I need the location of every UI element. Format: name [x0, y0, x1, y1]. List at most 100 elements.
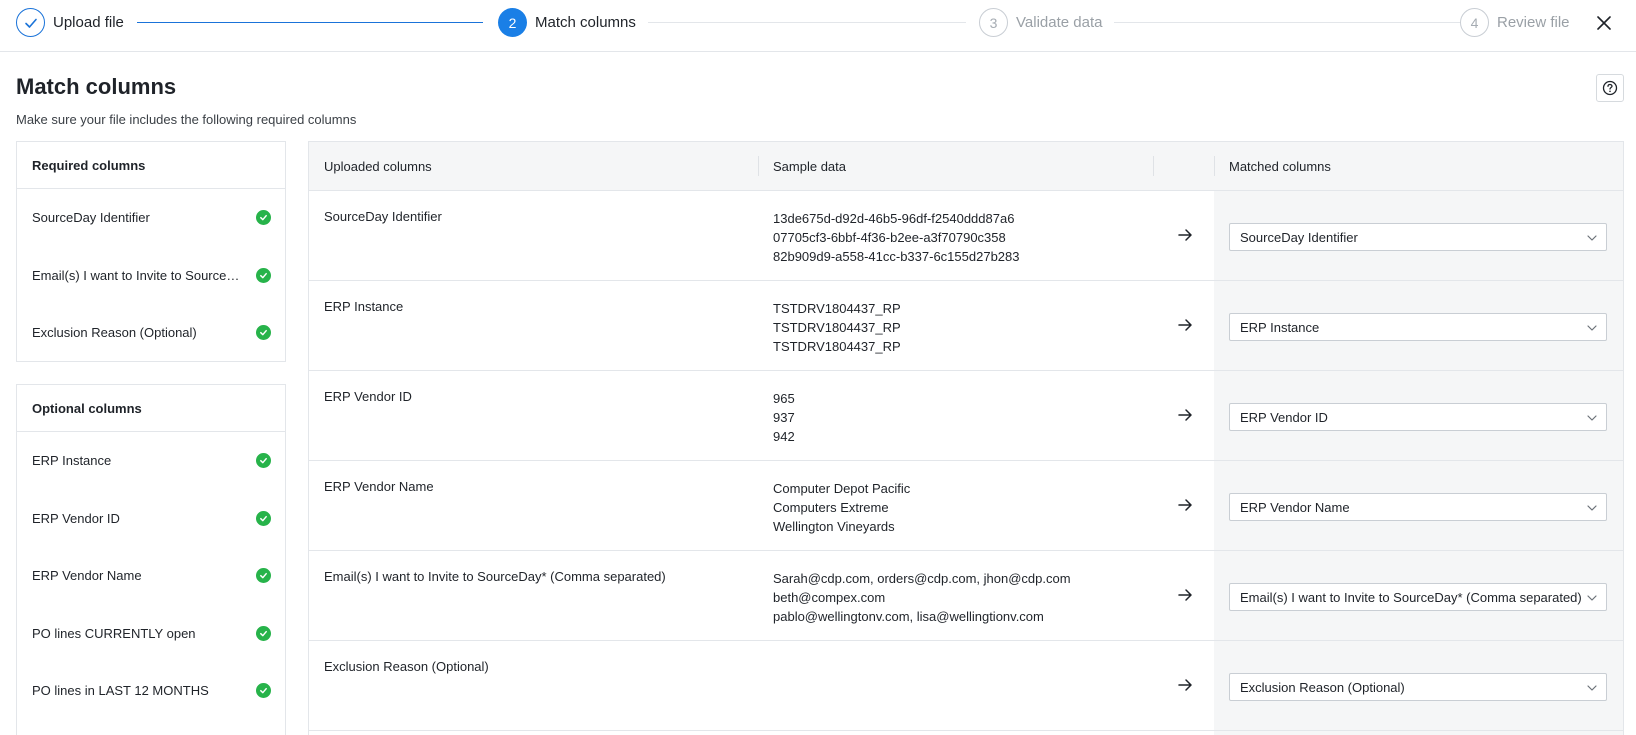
sample-value: 13de675d-d92d-46b5-96df-f2540ddd87a6 [773, 211, 1015, 226]
uploaded-column-name: Exclusion Reason (Optional) [324, 659, 489, 674]
sample-data: 13de675d-d92d-46b5-96df-f2540ddd87a6 077… [773, 209, 1020, 266]
sample-value: 937 [773, 410, 795, 425]
select-value: SourceDay Identifier [1240, 229, 1358, 245]
sample-data: Sarah@cdp.com, orders@cdp.com, jhon@cdp.… [773, 569, 1071, 626]
step-label: Review file [1497, 14, 1570, 31]
column-label: ERP Instance [32, 453, 112, 469]
matched-column-select[interactable]: SourceDay Identifier [1229, 223, 1607, 251]
column-label: PO lines in LAST 12 MONTHS [32, 683, 209, 699]
help-button[interactable] [1596, 74, 1624, 102]
arrow-right-icon [1178, 229, 1192, 241]
required-column-item: Exclusion Reason (Optional) [17, 304, 285, 362]
step-review-file[interactable]: 4 Review file [1460, 8, 1570, 37]
chevron-down-icon [1587, 685, 1597, 691]
chevron-down-icon [1587, 415, 1597, 421]
sample-value: TSTDRV1804437_RP [773, 320, 901, 335]
required-column-item: SourceDay Identifier [17, 189, 285, 247]
sample-value: Computer Depot Pacific [773, 481, 911, 496]
optional-columns-title: Optional columns [17, 385, 285, 432]
required-columns-title: Required columns [17, 142, 285, 189]
step-validate-data[interactable]: 3 Validate data [979, 8, 1102, 37]
table-row: ERP Vendor ID 965 937 942 ERP Vendor ID [309, 371, 1623, 461]
column-label: SourceDay Identifier [32, 210, 150, 226]
chevron-down-icon [1587, 505, 1597, 511]
step-connector [137, 22, 483, 23]
table-row: SourceDay Identifier 13de675d-d92d-46b5-… [309, 191, 1623, 281]
uploaded-column-name: Email(s) I want to Invite to SourceDay* … [324, 569, 666, 584]
uploaded-column-name: SourceDay Identifier [324, 209, 442, 224]
sample-value: TSTDRV1804437_RP [773, 339, 901, 354]
sample-value: Wellington Vineyards [773, 519, 895, 534]
step-upload-file[interactable]: Upload file [16, 8, 124, 37]
sample-data: 965 937 942 [773, 389, 795, 446]
sample-value: TSTDRV1804437_RP [773, 301, 901, 316]
select-value: Exclusion Reason (Optional) [1240, 679, 1405, 695]
sample-data: TSTDRV1804437_RP TSTDRV1804437_RP TSTDRV… [773, 299, 901, 356]
step-label: Upload file [53, 14, 124, 31]
header-divider [1153, 156, 1154, 176]
matched-column-select[interactable]: ERP Vendor ID [1229, 403, 1607, 431]
step-label: Validate data [1016, 14, 1103, 31]
required-columns-panel: Required columns SourceDay Identifier Em… [16, 141, 286, 362]
step-check-icon [16, 8, 45, 37]
table-row: Email(s) I want to Invite to SourceDay* … [309, 551, 1623, 641]
select-value: ERP Instance [1240, 319, 1320, 335]
select-value: ERP Vendor Name [1240, 499, 1350, 515]
uploaded-column-name: ERP Vendor ID [324, 389, 412, 404]
check-circle-icon [256, 625, 271, 641]
check-circle-icon [256, 325, 271, 341]
arrow-right-icon [1178, 409, 1192, 421]
optional-column-item: ERP Vendor ID [17, 490, 285, 548]
optional-column-item: ERP Vendor Name [17, 547, 285, 605]
sample-value: Sarah@cdp.com, orders@cdp.com, jhon@cdp.… [773, 571, 1071, 586]
sample-value: Computers Extreme [773, 500, 889, 515]
page-subtitle: Make sure your file includes the followi… [16, 112, 357, 127]
sample-value: pablo@wellingtonv.com, lisa@wellingtionv… [773, 609, 1044, 624]
sample-value: beth@compex.com [773, 590, 886, 605]
required-column-item: Email(s) I want to Invite to SourceDay* … [17, 247, 285, 305]
column-label: ERP Vendor Name [32, 568, 142, 584]
step-number: 4 [1460, 8, 1489, 37]
sample-value: 07705cf3-6bbf-4f36-b2ee-a3f70790c358 [773, 230, 1006, 245]
header-divider [1214, 156, 1215, 176]
sample-value: 965 [773, 391, 795, 406]
optional-column-item: PO lines CURRENTLY open [17, 605, 285, 663]
close-button[interactable] [1592, 11, 1616, 35]
select-value: Email(s) I want to Invite to SourceDay* … [1240, 589, 1582, 605]
table-row: ERP Instance TSTDRV1804437_RP TSTDRV1804… [309, 281, 1623, 371]
check-circle-icon [256, 683, 271, 699]
matched-column-select[interactable]: Exclusion Reason (Optional) [1229, 673, 1607, 701]
optional-columns-panel: Optional columns ERP Instance ERP Vendor… [16, 384, 286, 735]
sample-data: Computer Depot Pacific Computers Extreme… [773, 479, 910, 536]
optional-column-item: ERP Instance [17, 432, 285, 490]
page-title: Match columns [16, 74, 177, 99]
optional-column-item: PO lines in LAST 12 MONTHS [17, 662, 285, 720]
check-circle-icon [256, 510, 271, 526]
check-circle-icon [256, 210, 271, 226]
arrow-right-icon [1178, 499, 1192, 511]
column-label: PO lines CURRENTLY open [32, 625, 196, 641]
uploaded-column-name: ERP Vendor Name [324, 479, 434, 494]
matched-column-select[interactable]: Email(s) I want to Invite to SourceDay* … [1229, 583, 1607, 611]
column-label: Email(s) I want to Invite to SourceDay* … [32, 267, 242, 283]
matched-column-select[interactable]: ERP Instance [1229, 313, 1607, 341]
help-icon [1602, 80, 1618, 96]
step-number: 3 [979, 8, 1008, 37]
header-matched-columns: Matched columns [1229, 158, 1331, 174]
header-divider [758, 156, 759, 176]
sample-value: 82b909d9-a558-41cc-b337-6c155d27b283 [773, 249, 1020, 264]
check-circle-icon [256, 267, 271, 283]
uploaded-column-name: ERP Instance [324, 299, 404, 314]
column-label: ERP Vendor ID [32, 510, 120, 526]
table-row: ERP Vendor Name Computer Depot Pacific C… [309, 461, 1623, 551]
header-sample-data: Sample data [773, 158, 846, 174]
arrow-right-icon [1178, 319, 1192, 331]
step-match-columns[interactable]: 2 Match columns [498, 8, 636, 37]
sample-value: 942 [773, 429, 795, 444]
step-label: Match columns [535, 14, 636, 31]
chevron-down-icon [1587, 235, 1597, 241]
matched-column-select[interactable]: ERP Vendor Name [1229, 493, 1607, 521]
step-connector [648, 22, 966, 23]
step-number: 2 [498, 8, 527, 37]
table-row: Exclusion Reason (Optional) Exclusion Re… [309, 641, 1623, 731]
